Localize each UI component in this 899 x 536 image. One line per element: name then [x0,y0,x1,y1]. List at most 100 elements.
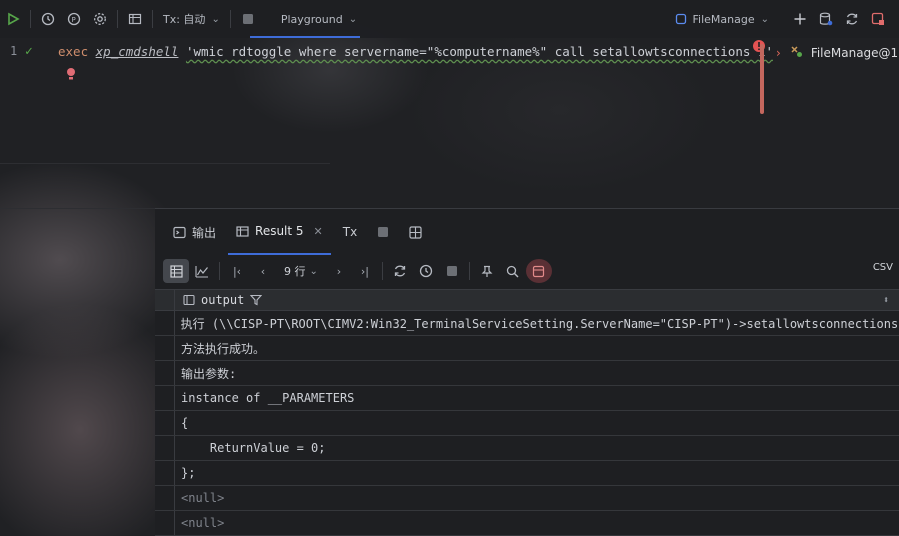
playground-dropdown[interactable]: Playground ⌄ [275,5,363,33]
grid-view-icon[interactable] [163,259,189,283]
settings-gear-icon[interactable] [87,5,113,33]
layout-icon[interactable] [401,209,430,255]
pin-icon[interactable] [474,259,500,283]
stop-icon[interactable] [439,259,465,283]
history-icon[interactable] [35,5,61,33]
table-body: 执行 (\\CISP-PT\ROOT\CIMV2:Win32_TerminalS… [155,311,899,536]
tab-tx[interactable]: Tx [335,209,365,255]
separator [152,10,153,28]
separator [219,262,220,280]
rows-count-dropdown[interactable]: 9 行 ⌄ [276,263,326,279]
csv-export-button[interactable]: CSV [873,262,893,273]
table-cell[interactable]: 方法执行成功。 [175,340,265,357]
separator [117,10,118,28]
table-cell[interactable]: 输出参数: [175,365,236,382]
table-row[interactable]: { [155,411,899,436]
table-row[interactable]: 执行 (\\CISP-PT\ROOT\CIMV2:Win32_TerminalS… [155,311,899,336]
line-number: 1 [10,44,18,58]
filter-icon[interactable] [250,294,263,306]
table-row[interactable]: }; [155,461,899,486]
table-cell[interactable]: instance of __PARAMETERS [175,391,354,405]
datasource-icon [675,13,686,25]
divider [0,163,330,164]
console-icon [173,226,186,238]
table-cell[interactable]: <null> [175,516,224,530]
session-item[interactable]: › FileManage@1 [776,44,898,61]
table-row[interactable]: 方法执行成功。 [155,336,899,361]
results-toolbar: |‹ ‹ 9 行 ⌄ › ›| CSV [155,257,899,285]
run-icon[interactable] [0,5,26,33]
row-number [155,361,175,385]
playground-underline [250,36,360,38]
stop-icon[interactable] [235,5,261,33]
results-tabs: 输出 Result 5 ✕ Tx [155,209,899,255]
datasource-label: FileManage [692,12,755,26]
row-number [155,486,175,510]
add-icon[interactable] [787,5,813,33]
sql-string: 'wmic rdtoggle where servername="%comput… [185,43,773,59]
table-cell[interactable]: ReturnValue = 0; [175,441,326,455]
tab-result-5[interactable]: Result 5 ✕ [228,209,331,255]
transaction-mode-dropdown[interactable]: Tx: 自动 ⌄ [157,5,226,33]
separator [468,262,470,280]
stop-icon[interactable] [369,209,397,255]
column-header-output[interactable]: output ⬍ [175,293,899,307]
playground-label: Playground [280,12,343,26]
table-view-icon[interactable] [122,5,148,33]
tab-label: Result 5 [255,224,304,238]
reload-icon[interactable] [387,259,413,283]
error-bulb-icon[interactable] [65,67,77,85]
database-settings-icon[interactable] [813,5,839,33]
table-cell[interactable]: <null> [175,491,224,505]
disconnect-icon[interactable] [865,5,891,33]
tab-output[interactable]: 输出 [165,209,224,255]
chevron-down-icon: ⌄ [309,265,318,277]
refresh-icon[interactable] [839,5,865,33]
session-label: FileManage@1 [810,45,899,60]
row-number [155,511,175,535]
tab-label: 输出 [192,225,217,240]
first-page-icon[interactable]: |‹ [224,259,250,283]
sql-code[interactable]: exec xp_cmdshell 'wmic rdtoggle where se… [58,44,773,59]
session-icon [789,44,803,61]
row-number [155,461,175,485]
next-page-icon[interactable]: › [326,259,352,283]
keyword-exec: exec [58,43,96,59]
sort-icon[interactable]: ⬍ [883,295,889,306]
table-row[interactable]: instance of __PARAMETERS [155,386,899,411]
table-row[interactable]: <null> [155,511,899,536]
table-row[interactable]: <null> [155,486,899,511]
search-icon[interactable] [500,259,526,283]
datasource-dropdown[interactable]: FileManage ⌄ [669,5,776,33]
table-row[interactable]: ReturnValue = 0; [155,436,899,461]
svg-text:P: P [72,16,76,24]
chart-view-icon[interactable] [189,259,215,283]
last-page-icon[interactable]: ›| [352,259,378,283]
separator [30,10,31,28]
table-header: output ⬍ [155,289,899,311]
separator [229,10,231,28]
separator [381,262,383,280]
close-icon[interactable]: ✕ [314,225,323,238]
chevron-down-icon: ⌄ [348,13,358,25]
row-number [155,411,175,435]
row-number [155,436,175,460]
procedure-name: xp_cmdshell [95,43,179,59]
column-icon [183,294,195,306]
row-number [155,386,175,410]
auto-refresh-icon[interactable] [413,259,439,283]
check-icon: ✓ [25,43,33,59]
table-row[interactable]: 输出参数: [155,361,899,386]
divider [0,208,155,209]
previous-page-icon[interactable]: ‹ [250,259,276,283]
table-cell[interactable]: }; [175,466,195,480]
chevron-down-icon: ⌄ [211,13,220,25]
explain-plan-icon[interactable]: P [61,5,87,33]
tab-label: Tx [342,225,358,239]
scrollbar-error-marker[interactable] [760,44,764,114]
results-panel: 输出 Result 5 ✕ Tx |‹ ‹ 9 行 ⌄ › ›| CSV out… [155,208,899,536]
rownum-header [155,289,175,311]
table-cell[interactable]: 执行 (\\CISP-PT\ROOT\CIMV2:Win32_TerminalS… [175,315,899,332]
view-settings-icon[interactable] [525,259,552,283]
table-cell[interactable]: { [175,416,188,430]
